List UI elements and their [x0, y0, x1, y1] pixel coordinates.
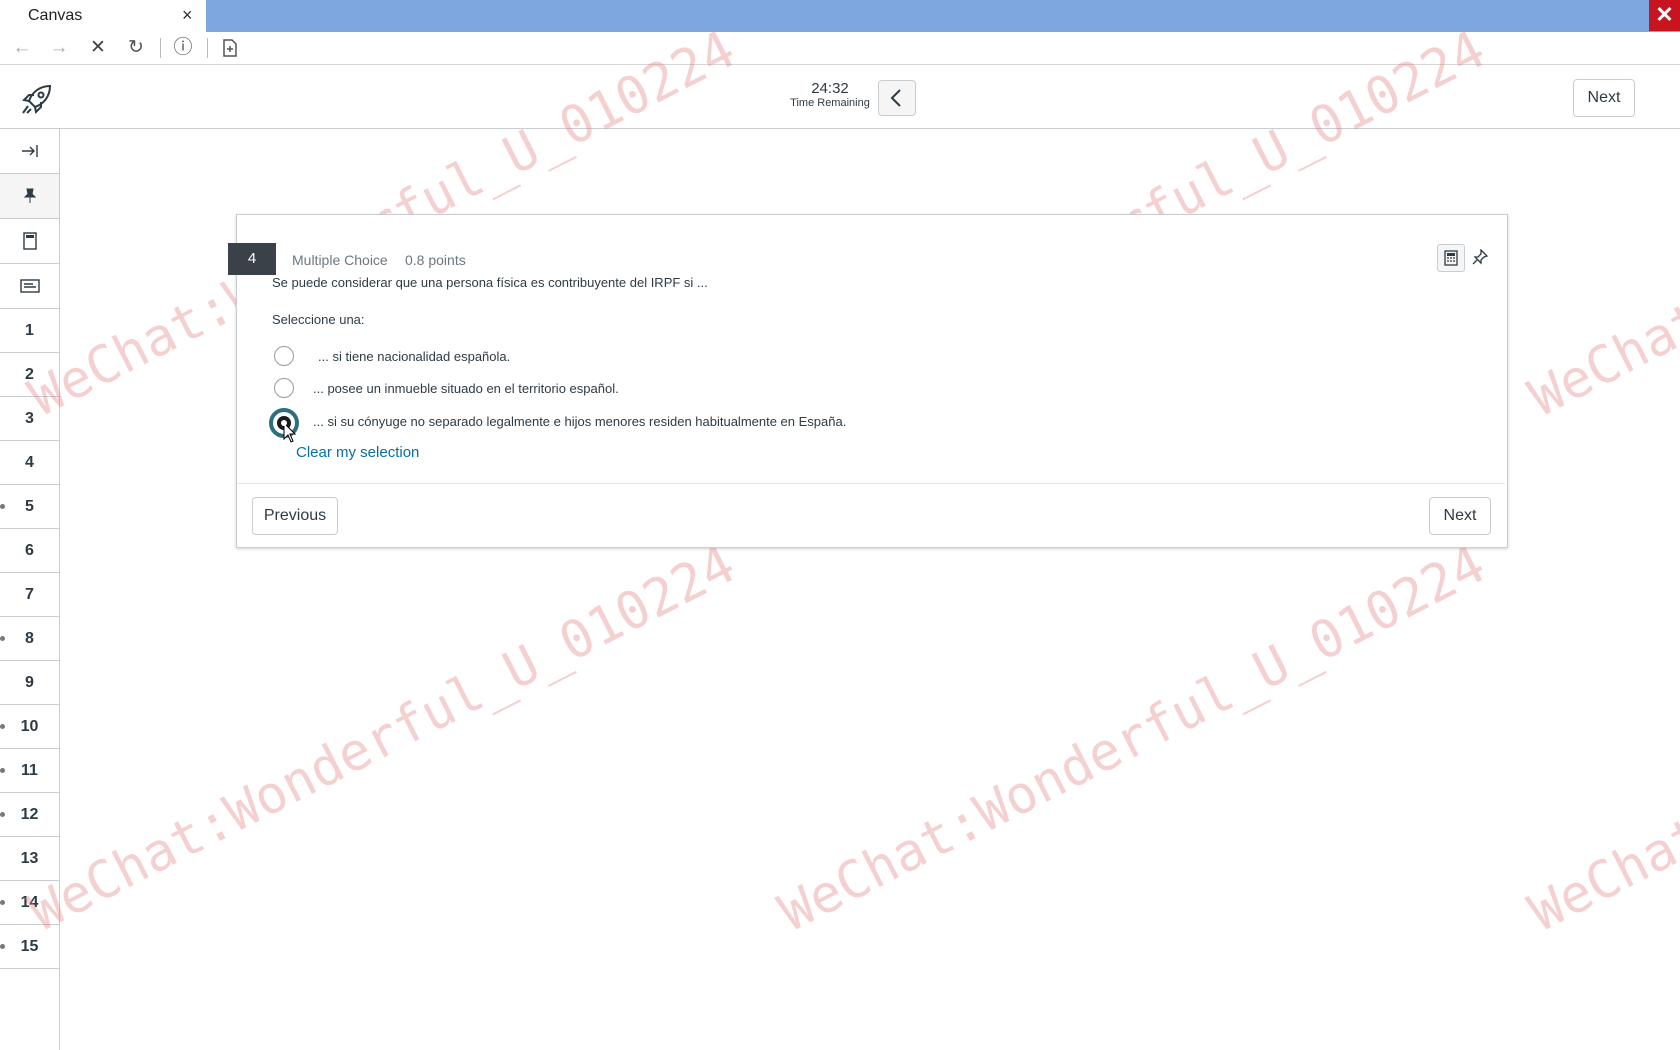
question-number-label: 15 — [20, 938, 39, 955]
sidebar-question-9[interactable]: 9 — [0, 661, 59, 705]
card-divider — [237, 483, 1505, 484]
answer-radio-2[interactable] — [274, 378, 294, 398]
answered-dot — [0, 768, 5, 773]
sidebar-question-3[interactable]: 3 — [0, 397, 59, 441]
sidebar-question-13[interactable]: 13 — [0, 837, 59, 881]
sidebar-question-6[interactable]: 6 — [0, 529, 59, 573]
sidebar-question-7[interactable]: 7 — [0, 573, 59, 617]
chevron-left-icon — [890, 89, 901, 107]
question-number-label: 10 — [20, 718, 39, 735]
answer-option-1[interactable]: ... si tiene nacionalidad española. — [318, 349, 510, 364]
reload-icon[interactable]: ↻ — [123, 35, 149, 61]
expand-icon[interactable] — [0, 129, 59, 174]
sidebar-question-5[interactable]: 5 — [0, 485, 59, 529]
sidebar-question-11[interactable]: 11 — [0, 749, 59, 793]
nav-separator — [160, 38, 161, 58]
window-close-button[interactable]: ✕ — [1649, 0, 1680, 31]
question-number-label: 11 — [21, 762, 38, 779]
header-next-button[interactable]: Next — [1573, 79, 1635, 117]
clear-selection-link[interactable]: Clear my selection — [296, 444, 419, 461]
sidebar-question-2[interactable]: 2 — [0, 353, 59, 397]
sidebar-question-10[interactable]: 10 — [0, 705, 59, 749]
sidebar-question-15[interactable]: 15 — [0, 925, 59, 969]
question-prompt: Seleccione una: — [272, 312, 365, 327]
question-sidebar: 1 2 3 4 5 6 7 8 9 10 11 12 13 14 15 — [0, 129, 60, 1050]
answered-dot — [0, 724, 5, 729]
pin-icon[interactable] — [0, 174, 59, 219]
question-number-label: 12 — [20, 806, 39, 823]
sidebar-question-4[interactable]: 4 — [0, 441, 59, 485]
timer: 24:32 Time Remaining — [780, 81, 880, 110]
question-number-label: 5 — [25, 498, 34, 515]
notes-icon[interactable] — [0, 264, 59, 309]
watermark: WeChat:Wonderful_U_010224 — [20, 534, 745, 944]
sidebar-question-14[interactable]: 14 — [0, 881, 59, 925]
answer-option-3[interactable]: ... si su cónyuge no separado legalmente… — [313, 414, 846, 429]
question-number-badge: 4 — [228, 243, 276, 275]
tab-title: Canvas — [28, 7, 83, 24]
tab-close-icon[interactable]: × — [182, 5, 193, 26]
answered-dot — [0, 944, 5, 949]
info-icon[interactable]: ⓘ — [170, 35, 196, 61]
calculator-icon[interactable] — [0, 219, 59, 264]
answered-dot — [0, 900, 5, 905]
sidebar-question-8[interactable]: 8 — [0, 617, 59, 661]
question-number-label: 8 — [25, 630, 34, 647]
stop-icon[interactable]: ✕ — [85, 35, 111, 61]
answered-dot — [0, 812, 5, 817]
answered-dot — [0, 636, 5, 641]
forward-arrow-icon[interactable]: → — [46, 35, 72, 61]
browser-tab[interactable]: Canvas × — [0, 0, 206, 32]
next-button[interactable]: Next — [1429, 497, 1491, 535]
back-arrow-icon[interactable]: ← — [9, 35, 35, 61]
collapse-button[interactable] — [878, 80, 916, 116]
answer-radio-1[interactable] — [274, 346, 294, 366]
question-points: 0.8 points — [405, 252, 466, 268]
rocket-icon — [21, 84, 52, 115]
quiz-header: 24:32 Time Remaining Next — [0, 65, 1680, 129]
browser-nav-bar: ← → ✕ ↻ ⓘ — [0, 32, 1680, 65]
nav-separator — [207, 38, 208, 58]
sidebar-question-12[interactable]: 12 — [0, 793, 59, 837]
page-icon[interactable] — [217, 35, 243, 61]
timer-value: 24:32 — [811, 80, 849, 97]
sidebar-question-1[interactable]: 1 — [0, 309, 59, 353]
answered-dot — [0, 504, 5, 509]
question-number-label: 14 — [20, 894, 39, 911]
calculator-icon[interactable] — [1437, 244, 1465, 272]
pin-icon[interactable] — [1467, 244, 1493, 270]
previous-button[interactable]: Previous — [252, 497, 338, 535]
watermark: WeChat:Wonderful_U_010224 — [770, 534, 1495, 944]
answer-option-2[interactable]: ... posee un inmueble situado en el terr… — [313, 381, 619, 396]
watermark: WeChat:Wonderful_U_010224 — [1520, 534, 1680, 944]
question-type: Multiple Choice — [292, 252, 388, 268]
question-text: Se puede considerar que una persona físi… — [272, 275, 708, 290]
browser-tab-bar: Canvas × ✕ — [0, 0, 1680, 32]
timer-label: Time Remaining — [790, 97, 870, 109]
